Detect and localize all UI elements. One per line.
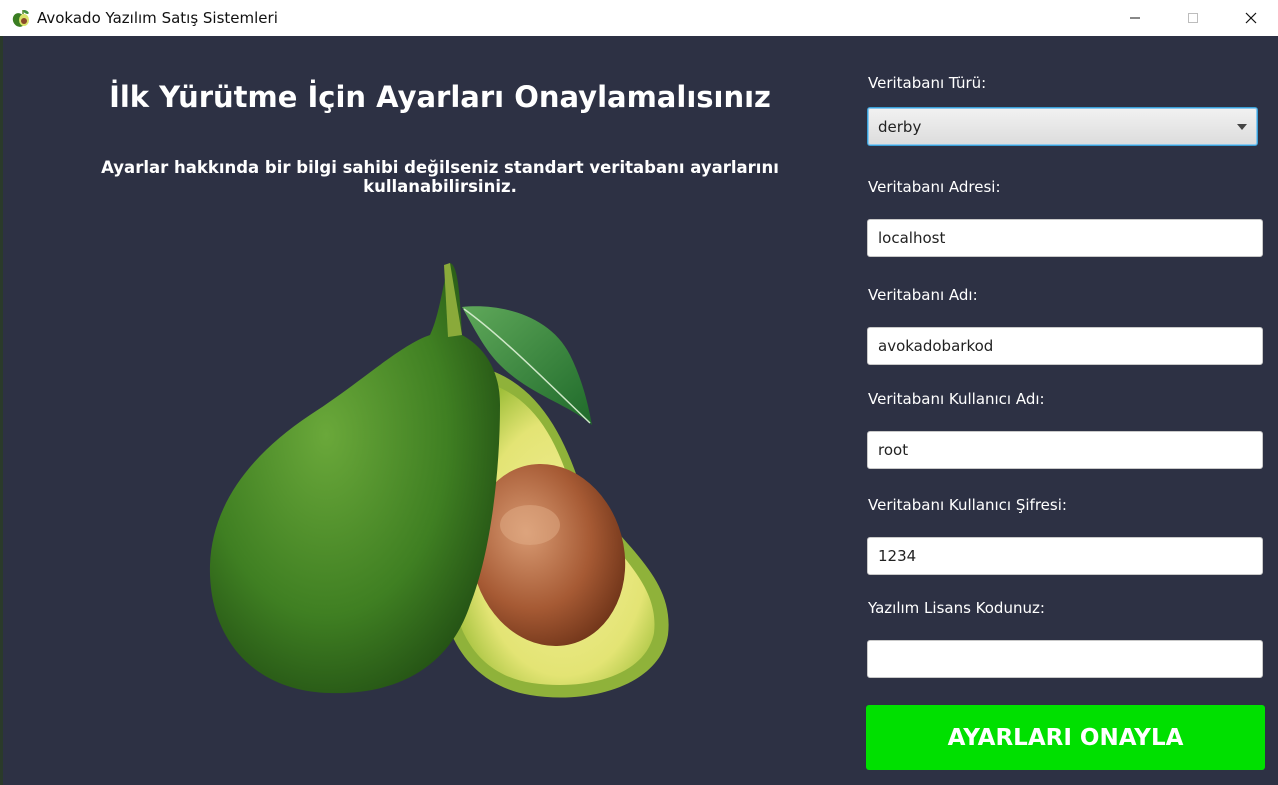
db-address-label: Veritabanı Adresi:	[868, 178, 1001, 196]
db-password-input[interactable]	[867, 537, 1263, 575]
window-title: Avokado Yazılım Satış Sistemleri	[37, 9, 278, 27]
maximize-button[interactable]	[1170, 0, 1216, 36]
license-label: Yazılım Lisans Kodunuz:	[868, 599, 1045, 617]
db-user-label: Veritabanı Kullanıcı Adı:	[868, 390, 1045, 408]
chevron-down-icon	[1237, 124, 1247, 130]
db-name-label: Veritabanı Adı:	[868, 286, 978, 304]
license-input[interactable]	[867, 640, 1263, 678]
avocado-icon	[11, 8, 31, 28]
maximize-icon	[1187, 12, 1199, 24]
db-type-label: Veritabanı Türü:	[868, 74, 987, 92]
page-subtitle: Ayarlar hakkında bir bilgi sahibi değils…	[101, 158, 779, 196]
db-name-input[interactable]	[867, 327, 1263, 365]
confirm-settings-button[interactable]: AYARLARI ONAYLA	[866, 705, 1265, 770]
db-type-select[interactable]: derby	[867, 107, 1258, 146]
window-edge	[0, 36, 3, 785]
title-bar: Avokado Yazılım Satış Sistemleri	[0, 0, 1278, 36]
db-type-value: derby	[878, 117, 922, 136]
minimize-button[interactable]	[1112, 0, 1158, 36]
db-address-input[interactable]	[867, 219, 1263, 257]
close-icon	[1245, 12, 1257, 24]
avocado-image	[200, 255, 680, 710]
minimize-icon	[1129, 12, 1141, 24]
close-button[interactable]	[1228, 0, 1274, 36]
page-title: İlk Yürütme İçin Ayarları Onaylamalısını…	[109, 80, 771, 114]
db-password-label: Veritabanı Kullanıcı Şifresi:	[868, 496, 1067, 514]
db-user-input[interactable]	[867, 431, 1263, 469]
